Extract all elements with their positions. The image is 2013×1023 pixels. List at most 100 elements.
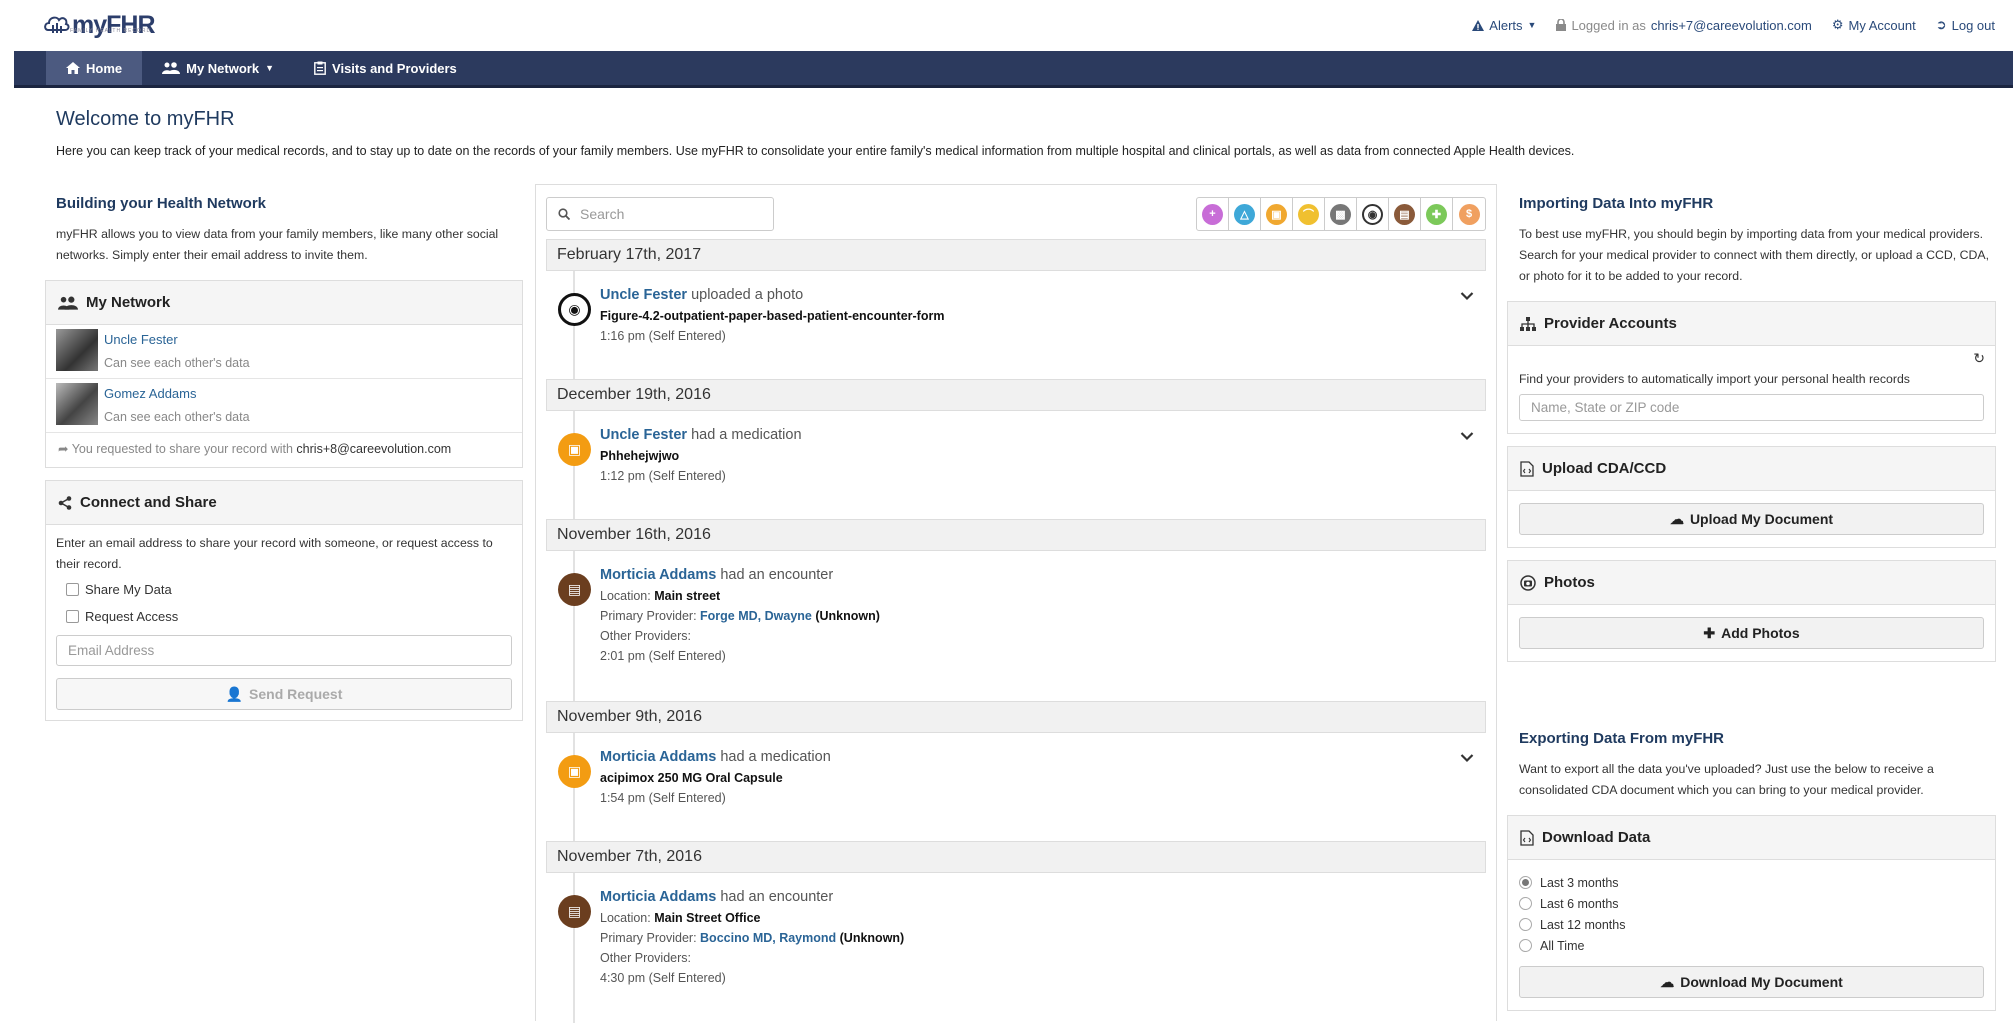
alerts-label: Alerts <box>1489 17 1523 33</box>
camera-icon <box>1520 574 1536 591</box>
download-document-button[interactable]: ☁ Download My Document <box>1519 966 1984 998</box>
logout-label: Log out <box>1951 17 1995 33</box>
entry-person-link[interactable]: Morticia Addams <box>600 889 716 905</box>
entry-detail: Phhehejwjwo <box>600 449 680 463</box>
primary-provider-label: Primary Provider: <box>600 609 697 623</box>
timeline-entry[interactable]: ◉ Uncle Fester uploaded a photo Figure-4… <box>546 271 1486 379</box>
network-member[interactable]: Gomez Addams Can see each other's data <box>46 379 522 433</box>
chevron-down-icon[interactable] <box>1460 291 1474 301</box>
entry-time: 1:16 pm (Self Entered) <box>600 329 726 343</box>
my-network-title: My Network <box>86 294 171 311</box>
filter-lab[interactable]: △ <box>1229 198 1261 230</box>
request-access-checkbox[interactable] <box>66 610 79 623</box>
member-name[interactable]: Gomez Addams <box>104 386 250 401</box>
chevron-down-icon[interactable] <box>1460 431 1474 441</box>
sign-out-icon: ➲ <box>1935 17 1947 32</box>
chevron-down-icon[interactable] <box>1460 753 1474 763</box>
entry-person-link[interactable]: Uncle Fester <box>600 427 687 443</box>
timeline-entry[interactable]: ▤ Morticia Addams had an encounter Locat… <box>546 873 1486 1023</box>
add-photos-button[interactable]: ✚ Add Photos <box>1519 617 1984 649</box>
logged-in-status: Logged in as chris+7@careevolution.com <box>1556 17 1812 33</box>
clipboard-icon: ▤ <box>1394 203 1415 225</box>
range-option[interactable]: All Time <box>1519 935 1984 956</box>
alerts-menu[interactable]: Alerts ▼ <box>1472 17 1536 33</box>
logout-link[interactable]: ➲ Log out <box>1936 17 1995 33</box>
code-file-icon <box>1520 829 1534 846</box>
nav-visits-providers[interactable]: Visits and Providers <box>294 51 477 85</box>
email-field[interactable]: Email Address <box>56 635 512 666</box>
download-data-body: Last 3 months Last 6 months Last 12 mont… <box>1508 860 1995 1010</box>
clipboard-icon <box>314 61 326 75</box>
provider-accounts-title: Provider Accounts <box>1544 315 1677 332</box>
range-option[interactable]: Last 12 months <box>1519 914 1984 935</box>
upload-document-label: Upload My Document <box>1689 511 1834 527</box>
nav-my-network[interactable]: My Network ▼ <box>142 51 294 85</box>
range-radio[interactable] <box>1519 876 1532 889</box>
page-title: Welcome to myFHR <box>56 108 235 130</box>
filter-photo[interactable]: ◉ <box>1357 198 1389 230</box>
provider-search-input[interactable]: Name, State or ZIP code <box>1519 394 1984 421</box>
connect-share-body: Enter an email address to share your rec… <box>46 525 522 720</box>
filter-medication[interactable]: ▣ <box>1261 198 1293 230</box>
clipboard-icon: ▤ <box>558 573 591 606</box>
filter-encounter[interactable]: ▤ <box>1389 198 1421 230</box>
provider-link[interactable]: Forge MD, Dwayne <box>700 609 812 623</box>
my-account-link[interactable]: ⚙ My Account <box>1832 17 1916 33</box>
range-option[interactable]: Last 3 months <box>1519 872 1984 893</box>
nav-my-network-label: My Network <box>186 60 260 76</box>
filter-immunization[interactable]: ▩ <box>1325 198 1357 230</box>
other-providers-label: Other Providers: <box>600 951 692 965</box>
timeline-panel: Search + △ ▣ ⌒ ▩ ◉ ▤ ✚ $ February 17th, … <box>535 184 1497 1023</box>
nav-visits-label: Visits and Providers <box>332 60 457 76</box>
upload-cda-body: ☁ Upload My Document <box>1508 491 1995 547</box>
connect-share-title: Connect and Share <box>80 494 217 511</box>
provider-accounts-header: Provider Accounts <box>1508 302 1995 346</box>
filter-cost[interactable]: $ <box>1453 198 1485 230</box>
filter-procedure[interactable]: ✚ <box>1421 198 1453 230</box>
entry-action: had an encounter <box>720 889 834 905</box>
refresh-icon[interactable]: ↻ <box>1973 350 1985 367</box>
range-option[interactable]: Last 6 months <box>1519 893 1984 914</box>
request-access-option[interactable]: Request Access <box>66 606 512 627</box>
timeline-toolbar: Search + △ ▣ ⌒ ▩ ◉ ▤ ✚ $ <box>536 185 1496 233</box>
procedure-icon: ✚ <box>1426 203 1447 225</box>
entry-action: had an encounter <box>720 567 834 583</box>
range-radio[interactable] <box>1519 897 1532 910</box>
entry-person-link[interactable]: Uncle Fester <box>600 287 687 303</box>
range-radio[interactable] <box>1519 918 1532 931</box>
entry-person-link[interactable]: Morticia Addams <box>600 749 716 765</box>
syringe-icon: ▩ <box>1330 203 1351 225</box>
flask-icon: △ <box>1234 203 1255 225</box>
app-logo[interactable]: myFHR <box>44 8 156 42</box>
member-name[interactable]: Uncle Fester <box>104 332 250 347</box>
sitemap-icon <box>1520 316 1536 331</box>
share-my-data-checkbox[interactable] <box>66 583 79 596</box>
nav-home[interactable]: Home <box>46 51 143 85</box>
send-request-button[interactable]: 👤 Send Request <box>56 678 512 710</box>
request-email: chris+8@careevolution.com <box>296 442 452 456</box>
request-prefix: You requested to share your record with <box>71 442 293 456</box>
provider-status: (Unknown) <box>815 609 880 623</box>
upload-document-button[interactable]: ☁ Upload My Document <box>1519 503 1984 535</box>
pending-request: ➦ You requested to share your record wit… <box>46 433 522 467</box>
export-text: Want to export all the data you've uploa… <box>1519 762 1934 797</box>
entry-person-link[interactable]: Morticia Addams <box>600 567 716 583</box>
provider-link[interactable]: Boccino MD, Raymond <box>700 931 836 945</box>
network-member[interactable]: Uncle Fester Can see each other's data <box>46 325 522 379</box>
send-request-label: Send Request <box>249 685 343 702</box>
provider-accounts-panel: Provider Accounts ↻ Find your providers … <box>1507 301 1996 434</box>
timeline-entry[interactable]: ▤ Morticia Addams had an encounter Locat… <box>546 551 1486 701</box>
export-title: Exporting Data From myFHR <box>1519 730 1725 747</box>
logo-cloud-icon <box>44 16 70 33</box>
timeline-entry[interactable]: ▣ Morticia Addams had a medication acipi… <box>546 733 1486 841</box>
download-data-header: Download Data <box>1508 816 1995 860</box>
range-radio[interactable] <box>1519 939 1532 952</box>
timeline-entry[interactable]: ▣ Uncle Fester had a medication Phhehejw… <box>546 411 1486 519</box>
add-user-icon: 👤 <box>225 685 244 702</box>
filter-allergy[interactable]: ⌒ <box>1293 198 1325 230</box>
users-icon <box>162 62 181 74</box>
download-data-title: Download Data <box>1542 829 1651 846</box>
share-my-data-option[interactable]: Share My Data <box>66 579 512 600</box>
search-input[interactable]: Search <box>546 197 774 231</box>
filter-condition[interactable]: + <box>1197 198 1229 230</box>
